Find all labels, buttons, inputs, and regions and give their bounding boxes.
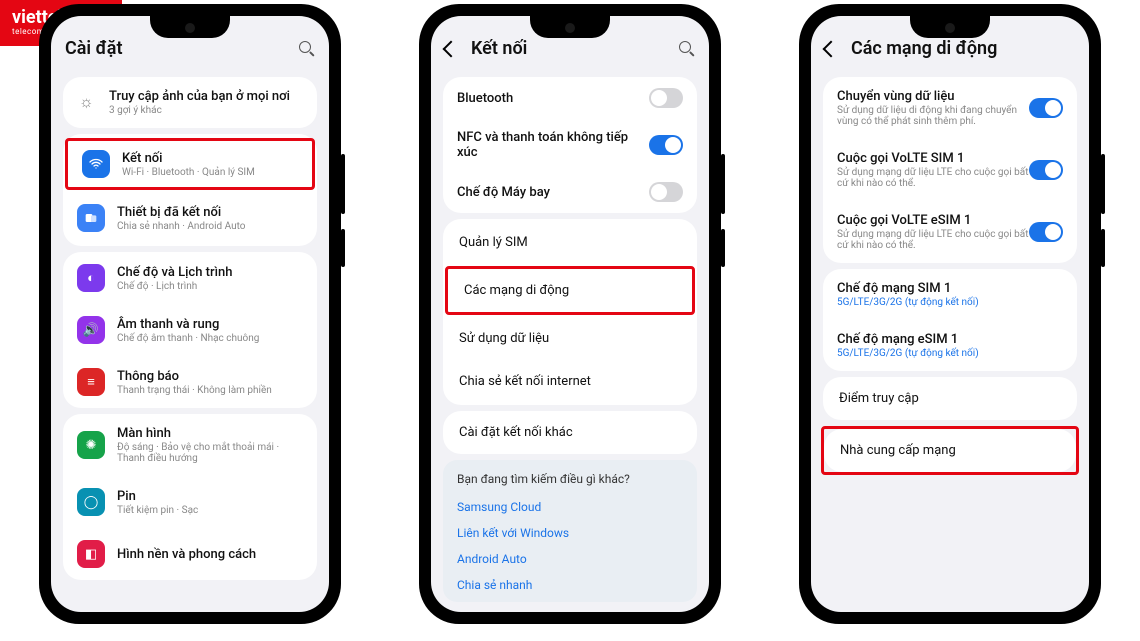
toggle-switch[interactable] — [649, 135, 683, 155]
settings-row[interactable]: ✺Màn hìnhĐộ sáng · Bảo vệ cho mắt thoải … — [63, 414, 317, 476]
other-settings-row[interactable]: Cài đặt kết nối khác — [443, 411, 697, 454]
lookup-link[interactable]: Android Auto — [457, 546, 683, 572]
phone-frame-3: Các mạng di động Chuyển vùng dữ liệuSử d… — [799, 4, 1101, 624]
mode-row[interactable]: Chế độ mạng SIM 15G/LTE/3G/2G (tự động k… — [823, 269, 1077, 320]
header-title: Các mạng di động — [851, 38, 1075, 59]
toggle-row[interactable]: Cuộc gọi VoLTE eSIM 1Sử dụng mạng dữ liệ… — [823, 201, 1077, 263]
lookup-link[interactable]: Chia sẻ nhanh — [457, 572, 683, 598]
back-icon[interactable] — [823, 40, 840, 57]
header-title: Kết nối — [471, 38, 679, 59]
highlight-box-1: Kết nối Wi-Fi · Bluetooth · Quản lý SIM — [65, 138, 315, 190]
settings-row[interactable]: ◐Chế độ và Lịch trìnhChế độ · Lịch trình — [63, 252, 317, 304]
toggle-switch[interactable] — [649, 182, 683, 202]
highlight-box-2: Các mạng di động — [445, 266, 695, 315]
phone-frame-2: Kết nối BluetoothNFC và thanh toán không… — [419, 4, 721, 624]
display-icon: ✺ — [77, 431, 105, 459]
looking-for-section: Bạn đang tìm kiếm điều gì khác? Samsung … — [443, 460, 697, 602]
sound-icon: 🔊 — [77, 316, 105, 344]
toggle-row[interactable]: Cuộc gọi VoLTE SIM 1Sử dụng mạng dữ liệu… — [823, 139, 1077, 201]
looking-for-title: Bạn đang tìm kiếm điều gì khác? — [457, 472, 683, 486]
header-title: Cài đặt — [65, 38, 299, 59]
link-row[interactable]: Sử dụng dữ liệu — [443, 317, 697, 360]
settings-row[interactable]: 🔊Âm thanh và rungChế độ âm thanh · Nhạc … — [63, 304, 317, 356]
lookup-link[interactable]: Liên kết với Windows — [457, 520, 683, 546]
wallpaper-icon: ◧ — [77, 540, 105, 568]
toggle-row[interactable]: NFC và thanh toán không tiếp xúc — [443, 119, 697, 171]
toggle-row[interactable]: Chuyển vùng dữ liệuSử dụng dữ liệu di độ… — [823, 77, 1077, 139]
wifi-icon — [82, 150, 110, 178]
link-row[interactable]: Quản lý SIM — [443, 221, 697, 264]
link-row[interactable]: Chia sẻ kết nối internet — [443, 360, 697, 403]
mode-row[interactable]: Chế độ mạng eSIM 15G/LTE/3G/2G (tự động … — [823, 320, 1077, 371]
tip-sub: 3 gợi ý khác — [109, 105, 303, 116]
toggle-row[interactable]: Bluetooth — [443, 77, 697, 119]
settings-row-devices[interactable]: Thiết bị đã kết nối Chia sẻ nhanh · Andr… — [63, 192, 317, 244]
toggle-switch[interactable] — [1029, 222, 1063, 242]
tip-title: Truy cập ảnh của bạn ở mọi nơi — [109, 89, 303, 104]
toggle-switch[interactable] — [1029, 98, 1063, 118]
toggle-row[interactable]: Chế độ Máy bay — [443, 171, 697, 213]
lightbulb-icon — [77, 92, 99, 114]
phone-frame-1: Cài đặt Truy cập ảnh của bạn ở mọi nơi 3… — [39, 4, 341, 624]
settings-row[interactable]: ◯PinTiết kiệm pin · Sạc — [63, 476, 317, 528]
settings-row-connections[interactable]: Kết nối Wi-Fi · Bluetooth · Quản lý SIM — [68, 141, 312, 187]
notify-icon: ≡ — [77, 368, 105, 396]
search-icon[interactable] — [299, 41, 315, 57]
mode-icon: ◐ — [77, 264, 105, 292]
settings-row[interactable]: ≡Thông báoThanh trạng thái · Không làm p… — [63, 356, 317, 408]
highlight-box-3: Nhà cung cấp mạng — [821, 426, 1079, 475]
search-icon[interactable] — [679, 41, 695, 57]
network-provider-row[interactable]: Nhà cung cấp mạng — [824, 429, 1076, 472]
tip-card[interactable]: Truy cập ảnh của bạn ở mọi nơi 3 gợi ý k… — [63, 77, 317, 128]
toggle-switch[interactable] — [1029, 160, 1063, 180]
link-row[interactable]: Các mạng di động — [448, 269, 692, 312]
settings-row[interactable]: ◧Hình nền và phong cách — [63, 528, 317, 580]
lookup-link[interactable]: Samsung Cloud — [457, 494, 683, 520]
apn-row[interactable]: Điểm truy cập — [823, 377, 1077, 420]
battery-icon: ◯ — [77, 488, 105, 516]
toggle-switch[interactable] — [649, 88, 683, 108]
back-icon[interactable] — [443, 40, 460, 57]
devices-icon — [77, 204, 105, 232]
